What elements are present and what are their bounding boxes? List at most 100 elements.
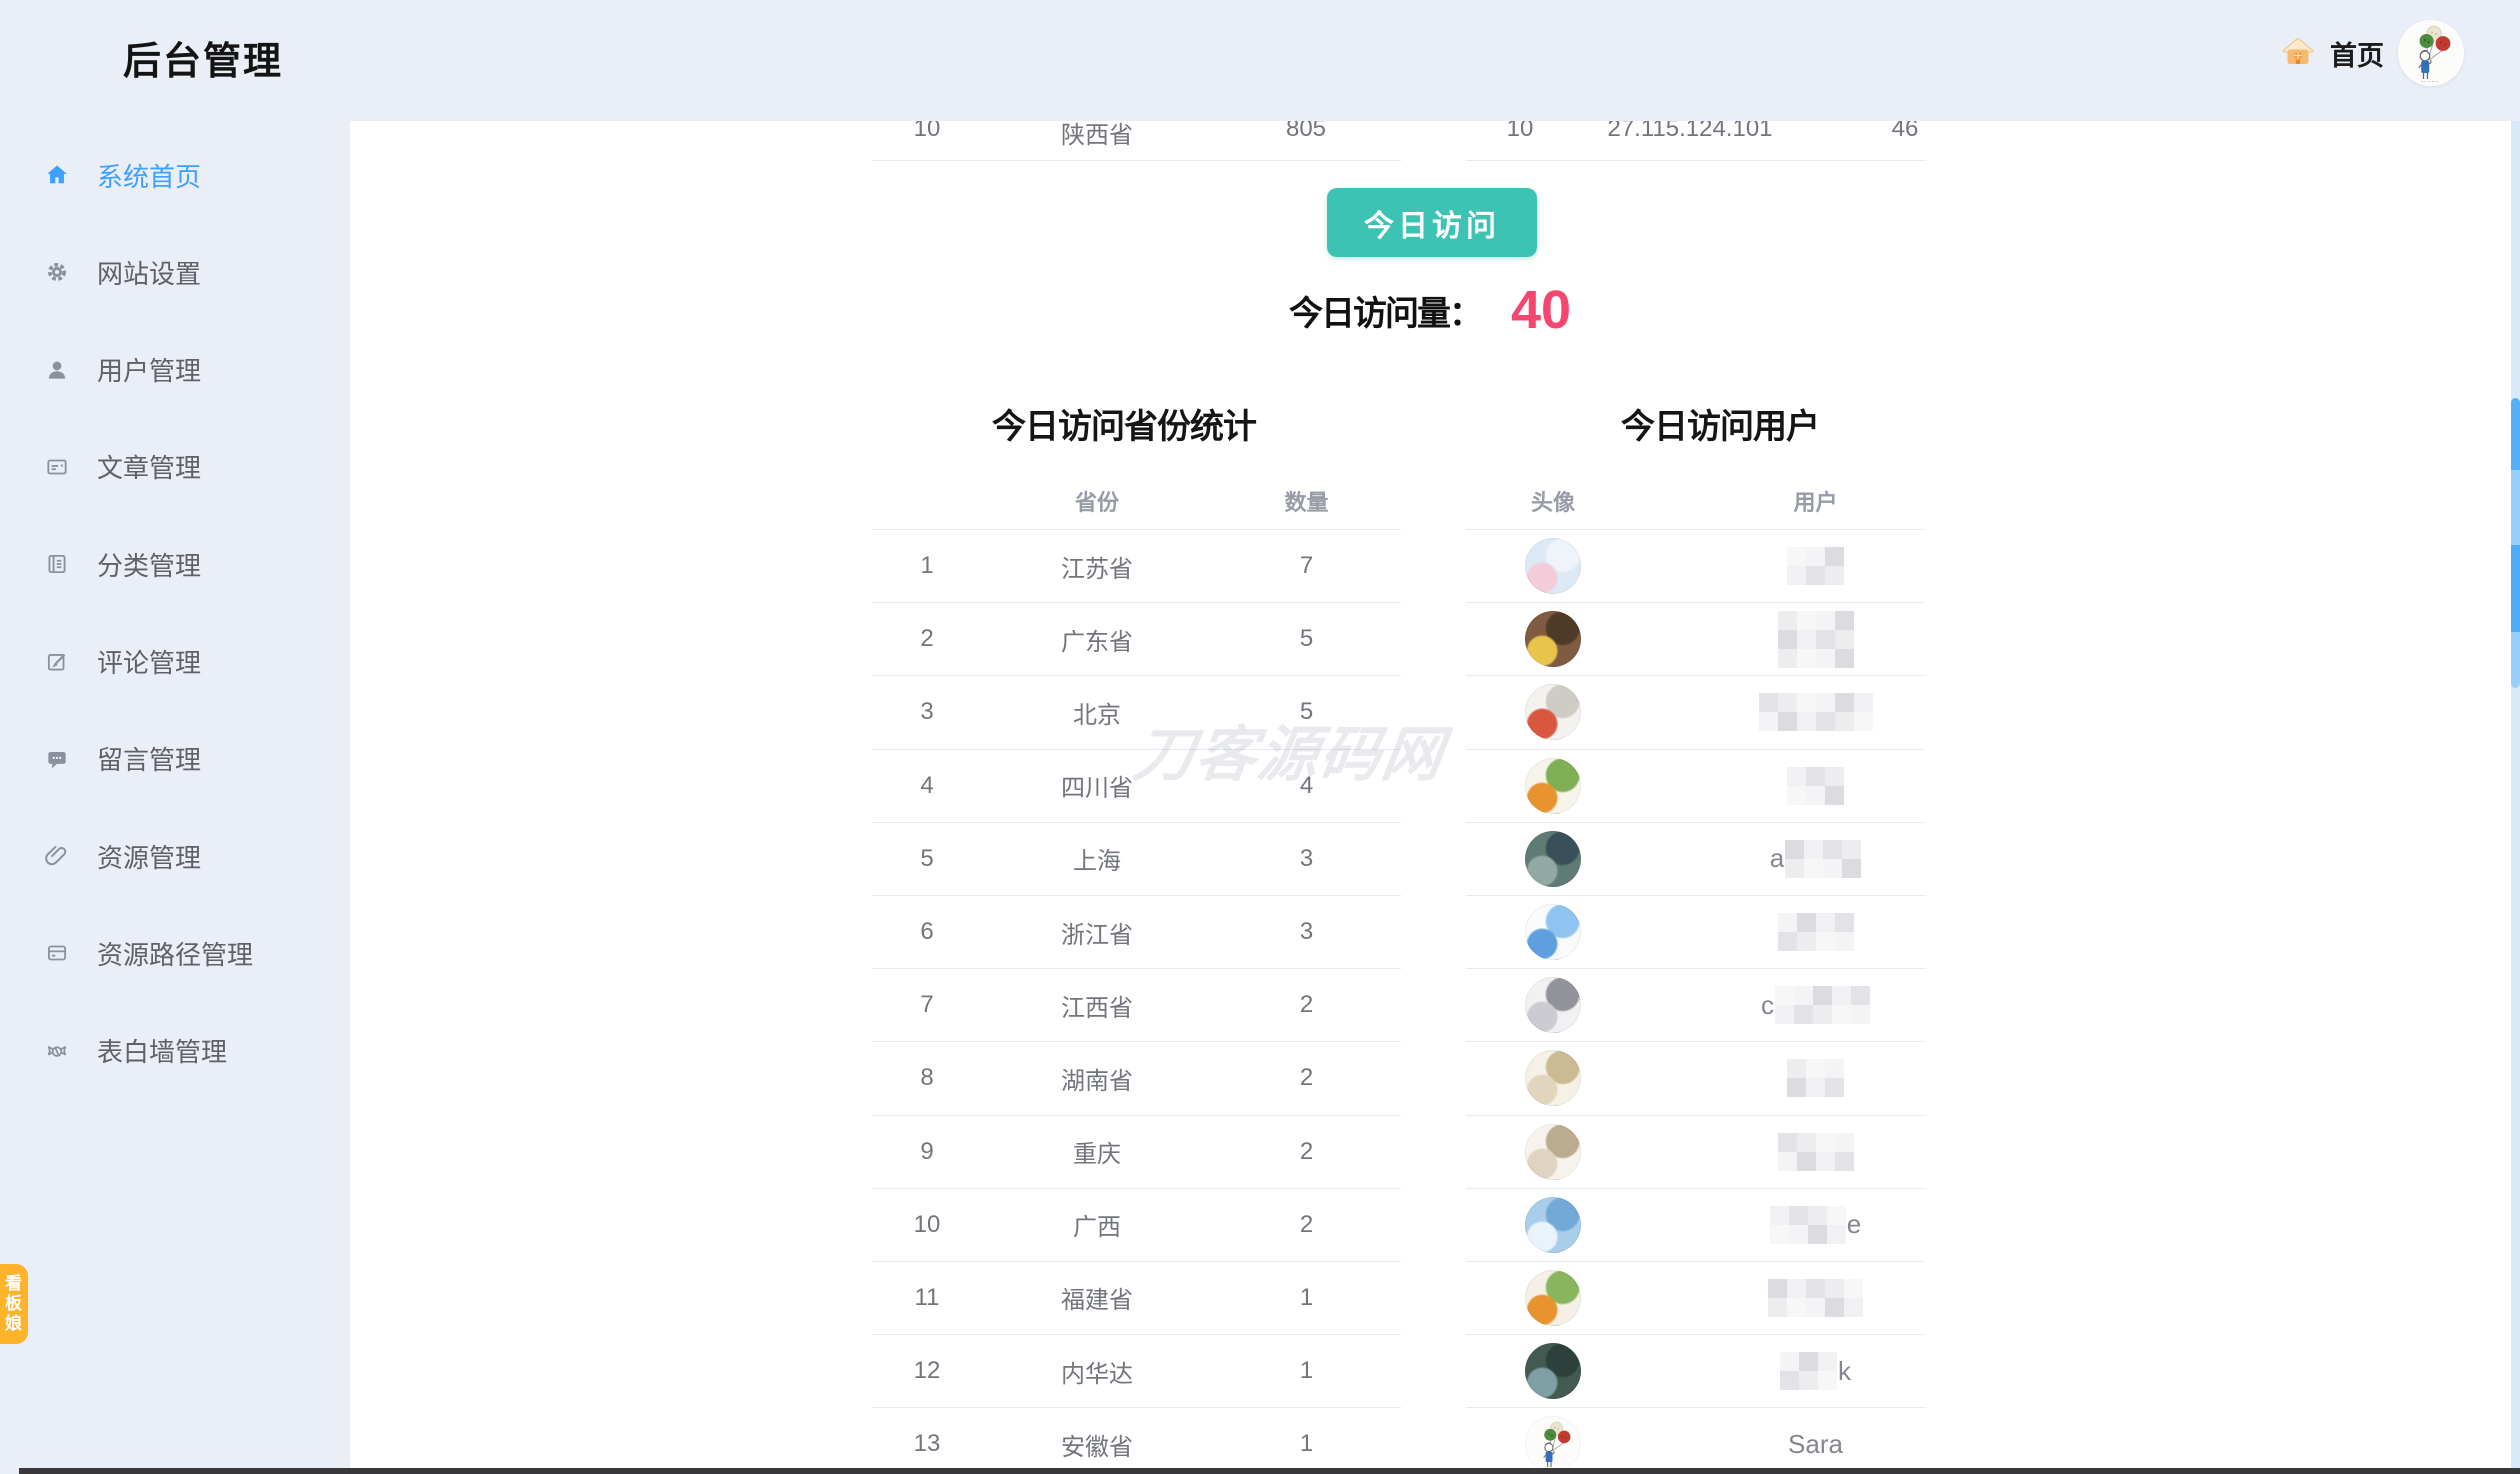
province-table-row: 10广西2 [872, 1188, 1401, 1261]
username-visible-letter: a [1770, 843, 1784, 874]
partial-province-name: 陕西省 [1061, 121, 1133, 150]
province-table-row: 8湖南省2 [872, 1041, 1401, 1114]
row-province: 内华达 [982, 1354, 1212, 1389]
app-title: 后台管理 [123, 30, 283, 85]
row-province: 湖南省 [982, 1061, 1212, 1096]
category-icon [44, 551, 70, 577]
province-table-row: 4四川省4 [872, 749, 1401, 822]
username-pixelated-mask [1780, 1352, 1837, 1390]
user-avatar-image [1525, 977, 1581, 1033]
sidebar-item-comment-mgmt[interactable]: 评论管理 [44, 638, 314, 686]
today-visits-label: 今日访问量： [1289, 286, 1481, 335]
scrollbar-thumb[interactable] [2511, 398, 2520, 688]
province-table-row: 9重庆2 [872, 1115, 1401, 1188]
row-province: 上海 [982, 841, 1212, 876]
users-table-row [1466, 675, 1925, 748]
row-province: 江西省 [982, 988, 1212, 1023]
avatar-cell [1466, 1197, 1640, 1253]
username-pixelated-mask [1775, 986, 1870, 1024]
paperclip-icon [44, 843, 70, 869]
sidebar-item-system-home[interactable]: 系统首页 [44, 151, 314, 199]
row-rank: 10 [872, 1211, 982, 1239]
scrollbar-track[interactable] [2511, 121, 2520, 1468]
row-count: 1 [1212, 1357, 1401, 1385]
username-cell [1640, 1059, 1925, 1097]
sidebar-item-label: 评论管理 [97, 643, 201, 680]
today-visits-button[interactable]: 今日访问 [1327, 188, 1537, 257]
avatar-cell [1466, 684, 1640, 740]
sidebar-item-resource-mgmt[interactable]: 资源管理 [44, 832, 314, 880]
user-avatar-image [1525, 611, 1581, 667]
user-avatar[interactable] [2398, 20, 2464, 86]
username-cell [1640, 611, 1925, 668]
row-count: 2 [1212, 1138, 1401, 1166]
username-pixelated-mask [1787, 547, 1844, 585]
today-visits-line: 今日访问量： 40 [1230, 279, 1630, 341]
sidebar-item-message-mgmt[interactable]: 留言管理 [44, 735, 314, 783]
sidebar-item-article-mgmt[interactable]: 文章管理 [44, 443, 314, 491]
avatar-cell [1466, 831, 1640, 887]
province-table-row: 7江西省2 [872, 968, 1401, 1041]
sidebar-item-label: 系统首页 [97, 157, 201, 194]
user-avatar-image [1525, 1050, 1581, 1106]
sidebar-item-resource-path[interactable]: 资源路径管理 [44, 929, 314, 977]
username-cell: k [1640, 1352, 1925, 1390]
message-icon [44, 746, 70, 772]
user-avatar-image [1525, 1124, 1581, 1180]
sidebar-item-label: 表白墙管理 [97, 1032, 227, 1069]
province-table-row: 12内华达1 [872, 1334, 1401, 1407]
article-icon [44, 454, 70, 480]
row-count: 2 [1212, 1064, 1401, 1092]
users-table-row: e [1466, 1188, 1925, 1261]
home-link[interactable]: 首页 [2278, 33, 2384, 74]
user-avatar-image [1525, 758, 1581, 814]
sidebar-item-label: 文章管理 [97, 448, 201, 485]
kanban-girl-badge[interactable]: 看板娘 [0, 1264, 28, 1344]
user-avatar-image [1525, 831, 1581, 887]
kanban-girl-label: 看板娘 [0, 1274, 24, 1334]
username-text: Sara [1788, 1429, 1843, 1460]
province-table-header: 省份 数量 [872, 472, 1401, 529]
username-cell [1640, 767, 1925, 805]
sidebar-item-confession-wall[interactable]: 表白墙管理 [44, 1027, 314, 1075]
sidebar-item-site-settings[interactable]: 网站设置 [44, 248, 314, 296]
row-count: 5 [1212, 625, 1401, 653]
users-table-row [1466, 1261, 1925, 1334]
row-rank: 6 [872, 918, 982, 946]
username-visible-letter: e [1847, 1209, 1861, 1240]
row-province: 北京 [982, 695, 1212, 730]
avatar-cell [1466, 758, 1640, 814]
card-icon [44, 940, 70, 966]
edit-icon [44, 649, 70, 675]
users-table-row: c [1466, 968, 1925, 1041]
row-province: 四川省 [982, 768, 1212, 803]
content-panel: 10 陕西省 805 10 27.115.124.101 46 今日访问 今日访… [350, 121, 2520, 1474]
sidebar-item-label: 资源路径管理 [97, 935, 253, 972]
partial-ip-rank: 10 [1507, 121, 1534, 143]
row-count: 3 [1212, 845, 1401, 873]
sidebar-item-category-mgmt[interactable]: 分类管理 [44, 540, 314, 588]
users-table-row: k [1466, 1334, 1925, 1407]
avatar-cell [1466, 904, 1640, 960]
username-pixelated-mask [1770, 1206, 1846, 1244]
gear-icon [44, 259, 70, 285]
sidebar-item-label: 网站设置 [97, 254, 201, 291]
province-table-row: 13安徽省1 [872, 1407, 1401, 1474]
user-avatar-image [1525, 538, 1581, 594]
row-count: 5 [1212, 698, 1401, 726]
sidebar-item-label: 留言管理 [97, 740, 201, 777]
username-pixelated-mask [1778, 1133, 1854, 1171]
row-count: 1 [1212, 1284, 1401, 1312]
header-province: 省份 [982, 485, 1212, 517]
header-count: 数量 [1212, 485, 1401, 517]
users-table-row [1466, 895, 1925, 968]
user-icon [44, 357, 70, 383]
row-count: 1 [1212, 1430, 1401, 1458]
row-province: 重庆 [982, 1134, 1212, 1169]
table-divider [1466, 160, 1925, 161]
partial-ip-count: 46 [1892, 121, 1919, 143]
avatar-cell [1466, 611, 1640, 667]
username-cell [1640, 547, 1925, 585]
users-table-header: 头像 用户 [1466, 472, 1925, 529]
sidebar-item-user-mgmt[interactable]: 用户管理 [44, 346, 314, 394]
